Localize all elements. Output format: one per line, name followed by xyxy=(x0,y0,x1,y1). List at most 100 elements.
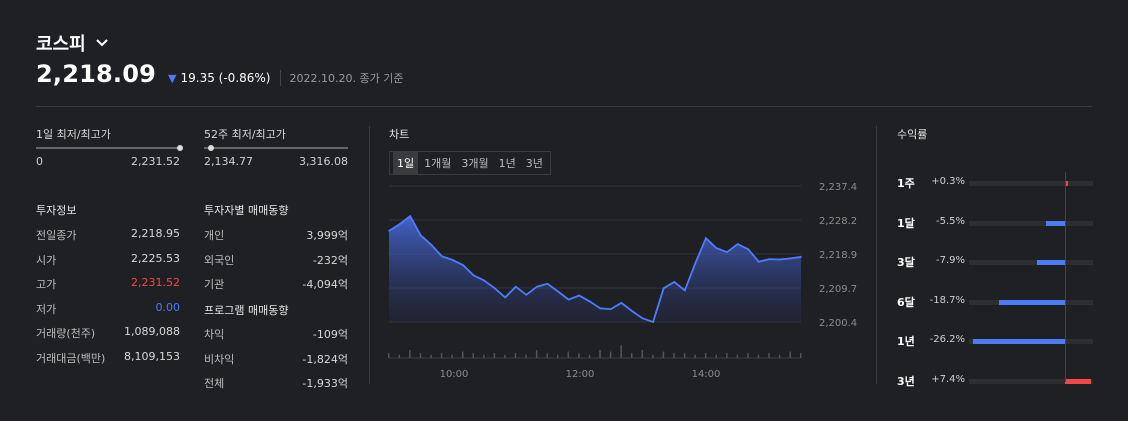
x-tick-label: 14:00 xyxy=(692,369,721,380)
price-point xyxy=(483,279,485,282)
row-value: -1,933억 xyxy=(302,377,348,390)
return-bar-track xyxy=(969,339,1093,344)
chart-tab[interactable]: 1일 xyxy=(393,152,419,174)
volume-bar xyxy=(398,354,401,358)
return-bar xyxy=(1045,220,1065,226)
row-label: 거래대금(백만) xyxy=(36,351,106,365)
price-point xyxy=(673,281,676,283)
y-tick-label: 2,228.2 xyxy=(819,216,857,227)
return-row: 3달 -7.9% xyxy=(897,254,1093,270)
price-point xyxy=(504,296,507,299)
row-value: 8,109,153 xyxy=(124,349,180,363)
return-bar-track xyxy=(969,260,1093,265)
y-tick-label: 2,218.9 xyxy=(819,250,857,261)
price-point xyxy=(557,290,559,293)
volume-bar xyxy=(704,353,707,358)
price-point xyxy=(536,285,538,288)
price-point xyxy=(588,300,591,303)
return-bar-track xyxy=(969,378,1093,384)
down-triangle-icon: ▼ xyxy=(168,72,177,85)
index-title[interactable]: 코스피 xyxy=(36,30,108,56)
week52-low: 2,134.77 xyxy=(204,155,253,168)
volume-bar xyxy=(683,353,686,358)
return-period: 1년 xyxy=(897,335,915,348)
price-point xyxy=(620,302,623,304)
volume-bar xyxy=(736,354,739,358)
volume-bar xyxy=(800,353,802,358)
price-point xyxy=(514,285,517,288)
week52-high: 3,316.08 xyxy=(299,155,348,168)
price-chart: 2,237.4 2,228.2 2,218.9 2,209.7 2,200.4 10:00… xyxy=(388,182,857,380)
price-point xyxy=(409,215,411,217)
table-row: 차익 -109억 xyxy=(204,326,348,342)
row-label: 고가 xyxy=(36,278,57,291)
program-title: 프로그램 매매동향 xyxy=(204,304,289,317)
return-value: +7.4% xyxy=(931,373,965,385)
return-value: -18.7% xyxy=(929,294,965,306)
price-point xyxy=(525,294,528,296)
price-point xyxy=(546,282,549,285)
returns-title: 수익률 xyxy=(897,128,928,141)
week52-range-track xyxy=(204,145,348,151)
day-range-label: 1일 최저/최고가 xyxy=(36,128,111,141)
week52-range-marker xyxy=(208,145,215,151)
volume-bar xyxy=(557,354,559,358)
base-date: 2022.10.20. 종가 기준 xyxy=(280,70,403,86)
table-row: 고가 2,231.52 xyxy=(36,276,180,292)
price-change: 19.35 (-0.86%) xyxy=(180,71,271,85)
return-bar-track xyxy=(969,181,1093,186)
volume-bar xyxy=(715,354,717,358)
chart-tab[interactable]: 1개월 xyxy=(420,152,455,174)
chart-tab[interactable]: 3개월 xyxy=(457,152,492,174)
price-point xyxy=(610,308,612,310)
table-row: 전체 -1,933억 xyxy=(204,375,348,391)
volume-bar xyxy=(726,353,728,358)
price-point xyxy=(694,262,697,264)
volume-bar xyxy=(768,353,770,358)
row-label: 전체 xyxy=(204,377,225,390)
return-bar xyxy=(999,299,1065,305)
price-point xyxy=(726,251,728,253)
table-row: 비차익 -1,824억 xyxy=(204,351,348,367)
volume-bar xyxy=(652,354,654,358)
volume-bar xyxy=(493,353,496,358)
chart-tab[interactable]: 3년 xyxy=(522,152,547,174)
row-value: 2,225.53 xyxy=(131,251,180,265)
volume-bar xyxy=(620,345,622,358)
price-point xyxy=(493,287,496,289)
return-bar xyxy=(1037,260,1065,265)
price-row: 2,218.09 ▼ 19.35 (-0.86%) 2022.10.20. 종가… xyxy=(36,60,403,88)
return-row: 3년 +7.4% xyxy=(897,373,1093,389)
volume-bar xyxy=(440,353,443,358)
returns-zero-line xyxy=(1065,172,1066,382)
return-row: 1달 -5.5% xyxy=(897,215,1093,231)
chart-tab[interactable]: 1년 xyxy=(495,152,520,174)
return-bar xyxy=(973,339,1065,344)
price-point xyxy=(757,260,760,263)
volume-bar xyxy=(588,354,591,358)
return-value: -26.2% xyxy=(929,334,965,345)
row-value: -232억 xyxy=(312,253,348,267)
volume-bar xyxy=(599,350,601,358)
volume-bar xyxy=(451,354,453,358)
header-divider xyxy=(36,106,1092,107)
table-row: 거래대금(백만) 8,109,153 xyxy=(36,350,180,366)
table-row: 개인 3,999억 xyxy=(204,227,348,243)
chevron-down-icon[interactable] xyxy=(95,39,108,47)
volume-bar xyxy=(662,351,665,358)
price-point xyxy=(398,223,401,226)
price-point xyxy=(800,256,802,258)
volume-bar xyxy=(419,353,422,358)
return-value: -7.9% xyxy=(935,255,965,266)
row-label: 전일종가 xyxy=(36,229,77,242)
return-row: 6달 -18.7% xyxy=(897,294,1093,310)
row-label: 외국인 xyxy=(204,253,235,267)
column-divider xyxy=(369,126,370,384)
table-row: 외국인 -232억 xyxy=(204,252,348,268)
return-row: 1년 -26.2% xyxy=(897,333,1093,349)
week52-range-label: 52주 최저/최고가 xyxy=(204,128,286,141)
row-label: 개인 xyxy=(204,229,225,242)
return-value: +0.3% xyxy=(931,176,965,187)
row-value: -1,824억 xyxy=(302,352,348,366)
price-point xyxy=(419,234,422,237)
